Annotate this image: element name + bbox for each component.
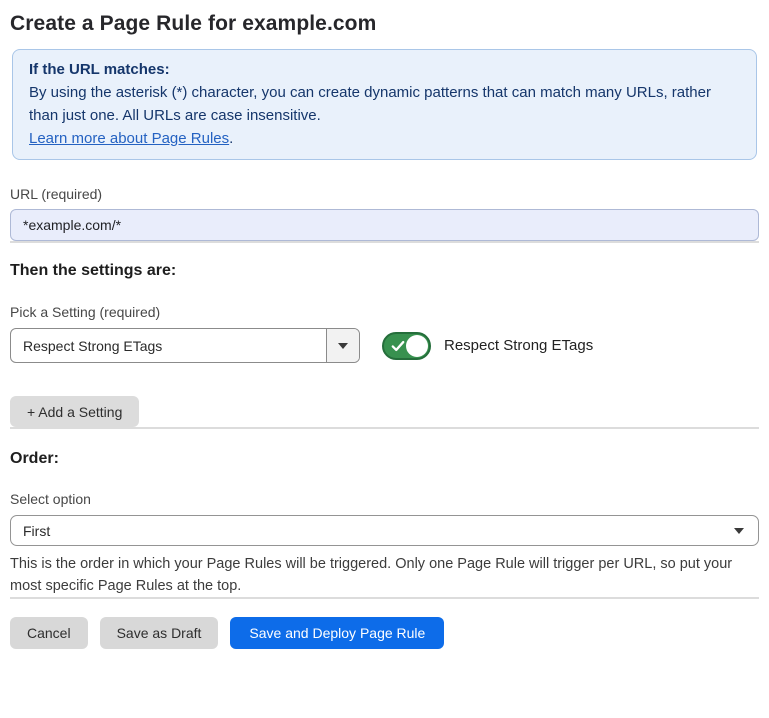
order-select[interactable]: First xyxy=(10,515,759,546)
respect-strong-etags-toggle[interactable] xyxy=(382,332,431,360)
divider xyxy=(10,427,759,429)
chevron-down-icon xyxy=(338,343,348,349)
url-matches-info-box: If the URL matches: By using the asteris… xyxy=(12,49,757,160)
order-section-heading: Order: xyxy=(10,450,759,468)
save-and-deploy-button[interactable]: Save and Deploy Page Rule xyxy=(230,617,444,649)
settings-section-heading: Then the settings are: xyxy=(10,262,759,280)
divider xyxy=(10,241,759,243)
page-title: Create a Page Rule for example.com xyxy=(10,12,759,36)
save-as-draft-button[interactable]: Save as Draft xyxy=(100,617,219,649)
setting-dropdown[interactable]: Respect Strong ETags xyxy=(10,328,360,363)
setting-dropdown-value: Respect Strong ETags xyxy=(11,329,326,362)
link-suffix: . xyxy=(229,130,233,147)
url-field-label: URL (required) xyxy=(10,186,759,202)
learn-more-link[interactable]: Learn more about Page Rules xyxy=(29,130,229,147)
info-box-body: By using the asterisk (*) character, you… xyxy=(29,81,740,150)
check-icon xyxy=(391,339,405,353)
setting-dropdown-arrow-button[interactable] xyxy=(326,329,359,362)
url-input[interactable] xyxy=(10,209,759,241)
info-box-body-text: By using the asterisk (*) character, you… xyxy=(29,84,711,124)
order-select-label: Select option xyxy=(10,491,759,507)
toggle-knob xyxy=(406,335,428,357)
setting-controls-row: Respect Strong ETags Respect Strong ETag… xyxy=(10,328,759,363)
add-setting-button[interactable]: + Add a Setting xyxy=(10,396,139,427)
info-box-heading: If the URL matches: xyxy=(29,58,740,81)
order-select-value: First xyxy=(23,523,50,539)
order-help-text: This is the order in which your Page Rul… xyxy=(10,553,759,597)
cancel-button[interactable]: Cancel xyxy=(10,617,88,649)
divider xyxy=(10,597,759,599)
toggle-label: Respect Strong ETags xyxy=(444,337,593,354)
chevron-down-icon xyxy=(734,528,744,534)
pick-setting-label: Pick a Setting (required) xyxy=(10,304,759,320)
footer-actions: Cancel Save as Draft Save and Deploy Pag… xyxy=(10,617,759,649)
